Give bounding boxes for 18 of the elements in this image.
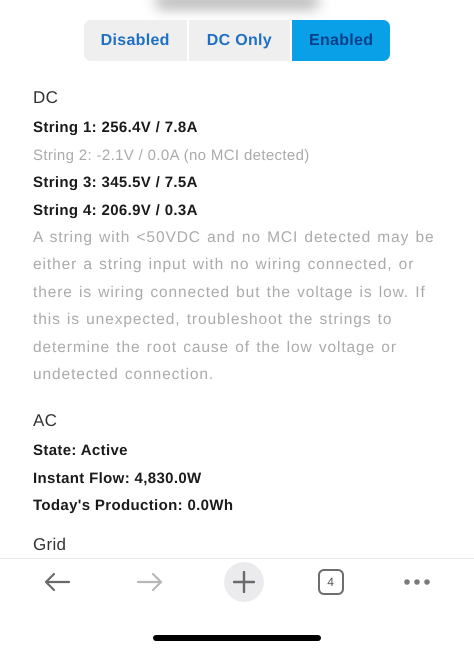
string-reading: String 2: -2.1V / 0.0A (no MCI detected): [33, 146, 311, 166]
section-heading: DC: [33, 87, 60, 109]
string-reading: String 4: 206.9V / 0.3A: [33, 200, 199, 220]
mode-segment[interactable]: DC Only: [188, 20, 290, 61]
ac-reading: Instant Flow: 4,830.0W: [33, 468, 203, 489]
help-text: A string with <50VDC and no MCI detected may be either a string input with no wiring connected, or there is wiring connected but the voltage is low. If this is unexpected, troubleshoot the strings to determine the root cause of the low voltage or undetected connection.: [33, 228, 436, 386]
string-reading: String 1: 256.4V / 7.8A: [33, 118, 199, 138]
section-heading: AC: [33, 410, 58, 432]
string-reading: String 3: 345.5V / 7.5A: [33, 173, 199, 193]
plus-icon: [232, 571, 255, 593]
mode-segment[interactable]: Enabled: [292, 20, 390, 61]
section-heading: Grid: [33, 534, 68, 556]
tab-count-button[interactable]: 4: [318, 569, 344, 595]
ac-reading: State: Active: [33, 441, 129, 462]
ac-reading: Today's Production: 0.0Wh: [33, 496, 234, 516]
new-tab-button[interactable]: [224, 562, 264, 602]
mode-segment[interactable]: Disabled: [84, 20, 187, 61]
more-icon: [404, 579, 430, 585]
